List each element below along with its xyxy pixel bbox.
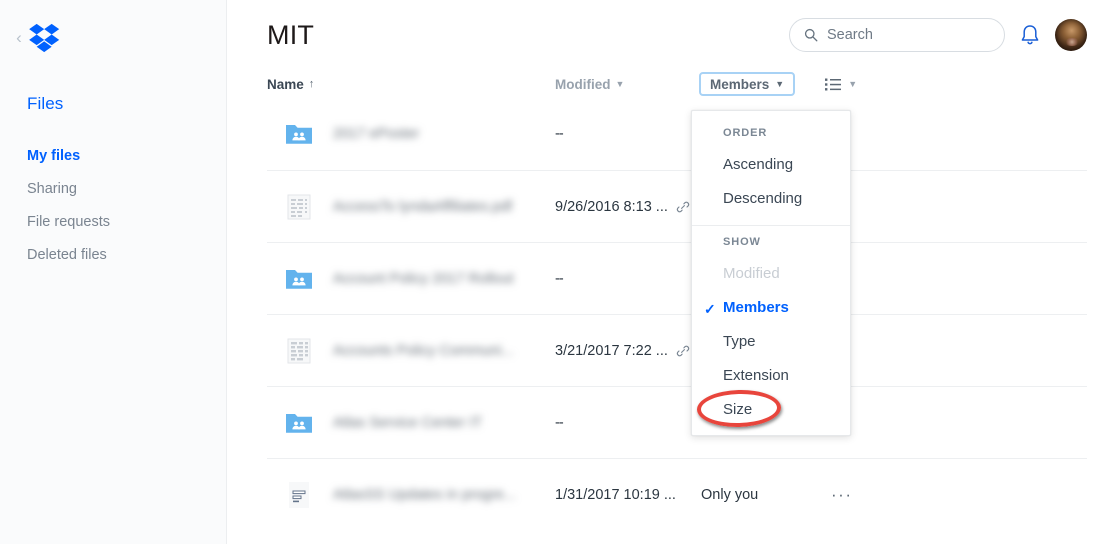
view-options-button[interactable]: ▼ xyxy=(825,78,857,91)
file-list-area: Name ↑ Modified ▼ Members ▼ ▼ 2017 ePost… xyxy=(227,70,1103,530)
file-modified: -- xyxy=(555,414,564,431)
column-header-modified[interactable]: Modified ▼ xyxy=(555,77,701,92)
file-name-cell[interactable]: 2017 ePoster xyxy=(267,119,555,149)
dropbox-logo-icon[interactable] xyxy=(28,23,62,53)
shared-link-icon xyxy=(676,201,690,212)
menu-item-members[interactable]: ✓ Members xyxy=(692,291,850,325)
sort-dropdown-menu: ORDER Ascending Descending SHOW Modified… xyxy=(691,110,851,436)
table-row[interactable]: AccessTo lyndaAffiliates.pdf 9/26/2016 8… xyxy=(267,170,1087,242)
column-header-name[interactable]: Name ↑ xyxy=(267,77,555,92)
top-bar: MIT Search xyxy=(227,0,1103,70)
file-name: Atlas Service Center IT xyxy=(333,414,483,431)
file-modified: 9/26/2016 8:13 ... xyxy=(555,198,668,215)
file-modified-cell: -- xyxy=(555,271,701,287)
column-headers: Name ↑ Modified ▼ Members ▼ ▼ xyxy=(267,70,1087,98)
menu-item-type[interactable]: Type xyxy=(692,325,850,359)
document-icon xyxy=(287,194,311,219)
list-view-icon xyxy=(825,78,842,90)
chevron-down-icon: ▼ xyxy=(848,79,858,89)
sort-ascending-icon: ↑ xyxy=(308,78,315,90)
file-name: Accounts Policy Communi... xyxy=(333,342,514,359)
sidebar-item-deleted-files[interactable]: Deleted files xyxy=(0,239,226,272)
menu-item-modified: Modified xyxy=(723,265,780,282)
file-modified: -- xyxy=(555,270,564,287)
file-name: 2017 ePoster xyxy=(333,126,420,142)
menu-item-extension[interactable]: Extension xyxy=(692,359,850,393)
row-overflow-menu-button[interactable]: ··· xyxy=(831,486,852,503)
shared-folder-icon xyxy=(286,413,312,433)
column-header-name-label: Name xyxy=(267,76,304,92)
file-name-cell[interactable]: Accounts Policy Communi... xyxy=(267,336,555,366)
shared-folder-icon xyxy=(286,125,312,144)
dropbox-file-browser: ‹ Files My files Sharing File requests D… xyxy=(0,0,1103,544)
file-name-cell[interactable]: Account Policy 2017 Rollout xyxy=(267,264,555,294)
menu-item-size[interactable]: Size xyxy=(692,393,850,427)
file-modified: -- xyxy=(555,126,564,142)
text-document-icon xyxy=(289,481,309,508)
file-modified-cell: 1/31/2017 10:19 ... xyxy=(555,487,701,503)
file-name-cell[interactable]: Atlas Service Center IT xyxy=(267,408,555,438)
menu-section-show-label: SHOW xyxy=(723,236,761,248)
document-icon xyxy=(287,338,311,363)
menu-item-descending[interactable]: Descending xyxy=(692,182,850,216)
sidebar-nav: My files Sharing File requests Deleted f… xyxy=(0,140,226,272)
file-modified-cell: 9/26/2016 8:13 ... xyxy=(555,199,701,215)
file-name-cell[interactable]: AccessTo lyndaAffiliates.pdf xyxy=(267,192,555,222)
table-row[interactable]: 2017 ePoster -- xyxy=(267,98,1087,170)
brand-row: ‹ xyxy=(0,0,226,56)
file-modified-cell: 3/21/2017 7:22 ... xyxy=(555,343,701,359)
sidebar-item-sharing[interactable]: Sharing xyxy=(0,173,226,206)
sidebar-item-my-files[interactable]: My files xyxy=(0,140,226,173)
shared-link-icon xyxy=(676,345,690,356)
file-name: AccessTo lyndaAffiliates.pdf xyxy=(333,198,513,215)
file-modified: 3/21/2017 7:22 ... xyxy=(555,342,668,359)
file-modified-cell: -- xyxy=(555,126,701,142)
page-title: MIT xyxy=(267,19,315,50)
notification-bell-icon[interactable] xyxy=(1019,23,1041,47)
chevron-down-icon: ▼ xyxy=(775,79,785,89)
file-modified-cell: -- xyxy=(555,415,701,431)
sidebar-heading-files[interactable]: Files xyxy=(27,94,226,114)
table-row[interactable]: Account Policy 2017 Rollout -- xyxy=(267,242,1087,314)
file-rows: 2017 ePoster -- AccessTo lyndaAffiliates… xyxy=(267,98,1087,530)
file-name: AtlasSS Updates in progre... xyxy=(333,486,516,503)
file-name-cell[interactable]: AtlasSS Updates in progre... xyxy=(267,480,555,510)
main-content: MIT Search Name ↑ Modified ▼ Members ▼ ▼… xyxy=(227,0,1103,544)
table-row[interactable]: AtlasSS Updates in progre... 1/31/2017 1… xyxy=(267,458,1087,530)
menu-item-members-label: Members xyxy=(723,299,789,316)
menu-section-order-label: ORDER xyxy=(723,127,768,139)
menu-divider xyxy=(692,225,850,226)
check-icon: ✓ xyxy=(704,301,716,317)
top-bar-right: Search xyxy=(789,18,1087,52)
members-sort-button-label: Members xyxy=(710,76,770,92)
search-icon xyxy=(804,28,818,42)
sidebar-item-file-requests[interactable]: File requests xyxy=(0,206,226,239)
table-row[interactable]: Atlas Service Center IT -- 30 members ··… xyxy=(267,386,1087,458)
menu-item-ascending[interactable]: Ascending xyxy=(692,148,850,182)
file-members-cell: Only you xyxy=(701,486,759,503)
user-avatar[interactable] xyxy=(1055,19,1087,51)
file-modified: 1/31/2017 10:19 ... xyxy=(555,486,676,503)
search-placeholder: Search xyxy=(827,27,873,43)
file-name: Account Policy 2017 Rollout xyxy=(333,270,514,287)
table-row[interactable]: Accounts Policy Communi... 3/21/2017 7:2… xyxy=(267,314,1087,386)
column-header-modified-label: Modified xyxy=(555,76,611,92)
members-sort-button[interactable]: Members ▼ xyxy=(699,72,796,96)
sidebar: ‹ Files My files Sharing File requests D… xyxy=(0,0,227,544)
chevron-down-icon: ▼ xyxy=(615,79,625,89)
search-input[interactable]: Search xyxy=(789,18,1005,52)
shared-folder-icon xyxy=(286,269,312,289)
back-chevron-icon[interactable]: ‹ xyxy=(12,28,26,48)
